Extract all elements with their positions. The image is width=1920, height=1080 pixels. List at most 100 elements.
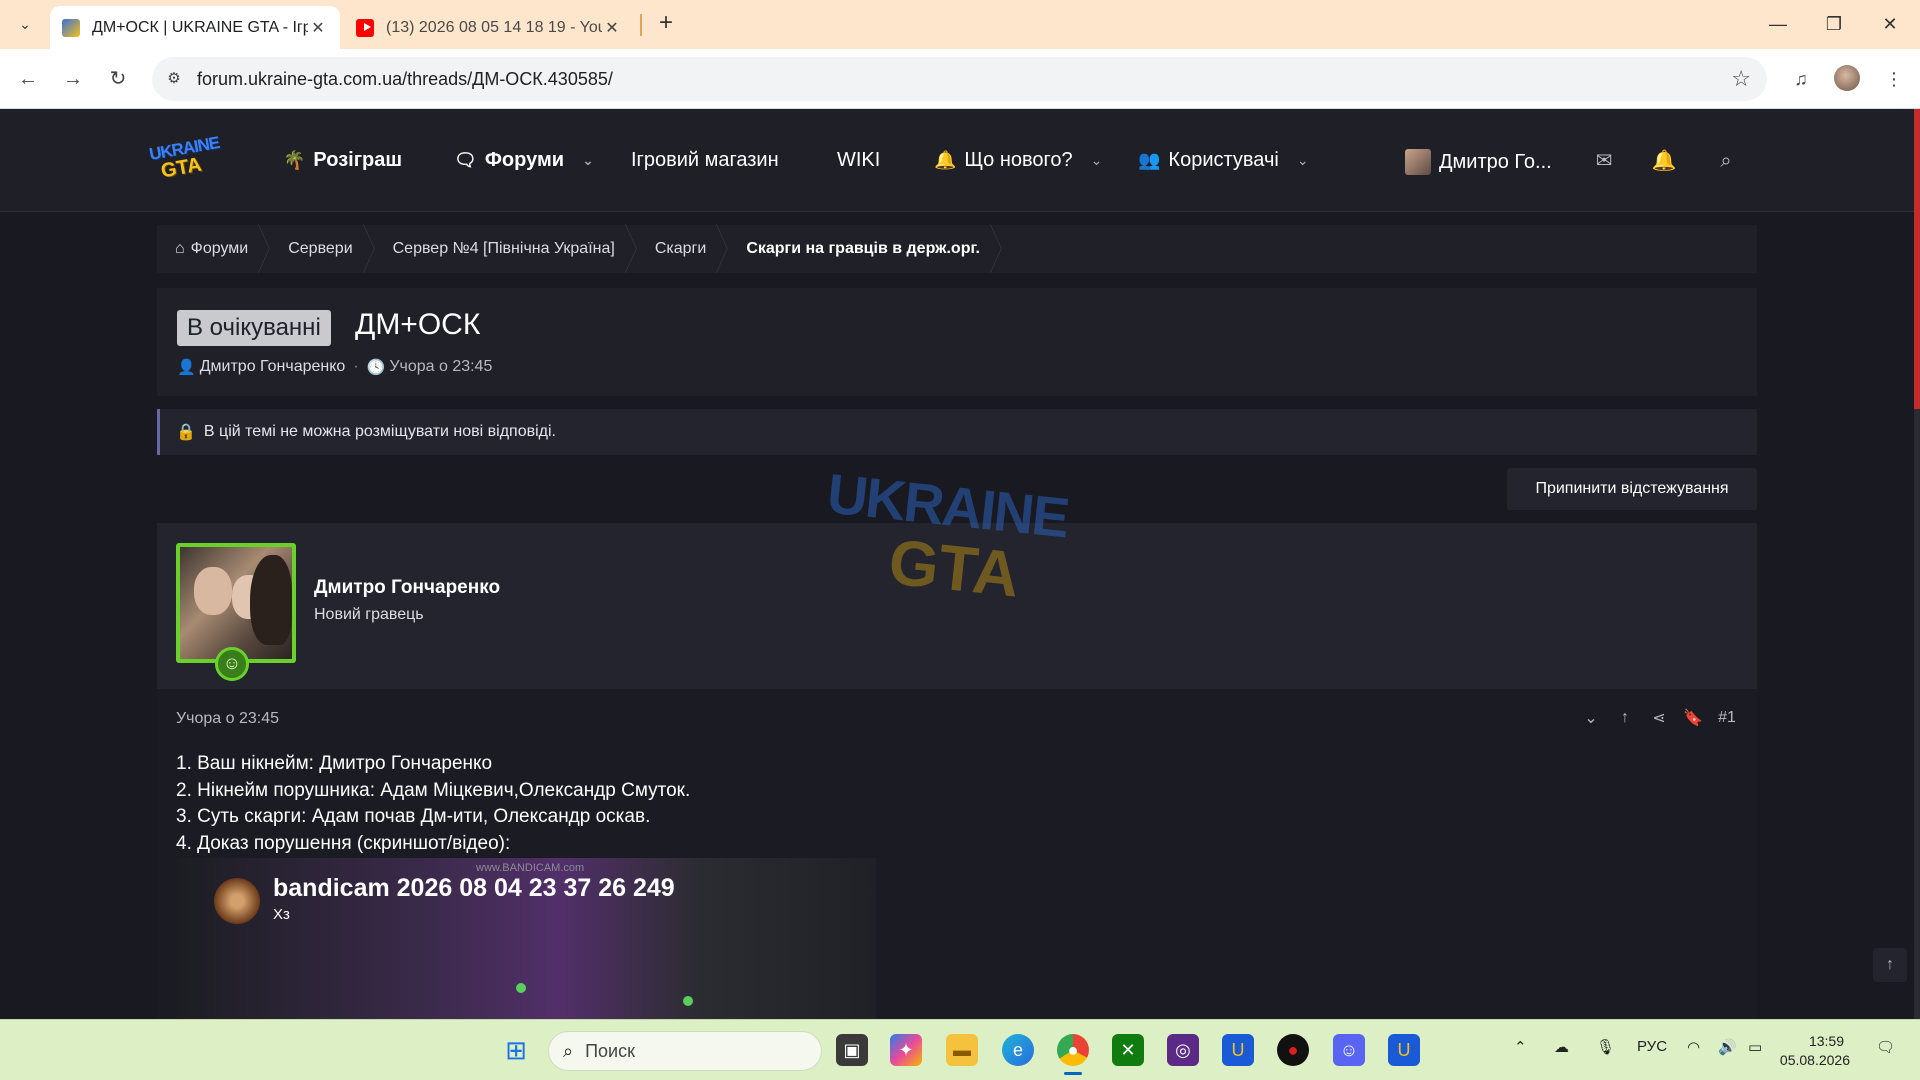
site-logo[interactable]: UKRAINE GTA: [145, 133, 223, 185]
alerts-bell-icon[interactable]: 🔔: [1648, 145, 1680, 177]
taskbar-clock[interactable]: 13:59 05.08.2026: [1780, 1032, 1850, 1070]
media-control-icon[interactable]: ♫: [1785, 63, 1817, 95]
microphone-icon[interactable]: 🎙: [1596, 1038, 1615, 1056]
thread-header: В очікуванні ДМ+ОСК 👤 Дмитро Гончаренко …: [157, 288, 1757, 396]
breadcrumb-servers[interactable]: Сервери: [270, 225, 374, 273]
minimize-icon[interactable]: —: [1754, 10, 1802, 38]
battery-icon[interactable]: ▭: [1748, 1038, 1762, 1056]
app-icon[interactable]: ◎: [1167, 1034, 1199, 1066]
notifications-icon[interactable]: 🗨: [1876, 1038, 1895, 1056]
page-title: ДМ+ОСК: [355, 308, 481, 341]
post: ☺ Дмитро Гончаренко Новий гравець UKRAIN…: [157, 462, 1757, 1020]
bandicam-icon[interactable]: ●: [1277, 1034, 1309, 1066]
profile-avatar[interactable]: [1834, 65, 1860, 91]
thread-author[interactable]: Дмитро Гончаренко: [200, 358, 346, 376]
nav-wiki[interactable]: WIKI: [837, 149, 880, 172]
taskbar-search[interactable]: ⌕ Поиск: [548, 1031, 822, 1071]
post-user-block: ☺ Дмитро Гончаренко Новий гравець UKRAIN…: [157, 462, 1757, 689]
inbox-icon[interactable]: ✉: [1588, 145, 1620, 177]
forward-icon[interactable]: →: [57, 63, 89, 95]
close-tab-icon[interactable]: ✕: [602, 18, 622, 38]
post-number[interactable]: #1: [1717, 709, 1737, 727]
post-user-title: Новий гравець: [314, 606, 424, 623]
site-settings-icon[interactable]: ⚙: [164, 69, 184, 89]
window-close-icon[interactable]: ✕: [1866, 10, 1914, 38]
more-menu-icon[interactable]: ⋮: [1878, 63, 1910, 95]
browser-toolbar: ← → ↻ ⚙ forum.ukraine-gta.com.ua/threads…: [0, 49, 1920, 109]
file-explorer-icon[interactable]: ▬: [946, 1034, 978, 1066]
video-embed[interactable]: bandicam 2026 08 04 23 37 26 249 Хз www.…: [176, 858, 876, 1020]
discord-icon[interactable]: ☺: [1333, 1034, 1365, 1066]
nav-label: Розіграш: [313, 149, 403, 171]
account-menu[interactable]: Дмитро Го...: [1405, 149, 1552, 175]
volume-icon[interactable]: 🔊: [1718, 1038, 1737, 1056]
edge-icon[interactable]: e: [1002, 1034, 1034, 1066]
chevron-down-icon[interactable]: ⌄: [582, 152, 594, 169]
nav-label: Ігровий магазин: [631, 149, 779, 171]
thread-time[interactable]: Учора о 23:45: [389, 358, 492, 376]
nav-label: Що нового?: [964, 149, 1073, 171]
post-avatar[interactable]: [176, 543, 296, 663]
chevron-down-icon[interactable]: ⌄: [1297, 152, 1309, 169]
unwatch-button[interactable]: Припинити відстежування: [1507, 468, 1757, 510]
scroll-to-top-icon[interactable]: ↑: [1873, 948, 1907, 982]
search-icon[interactable]: ⌕: [1710, 145, 1742, 177]
status-badge[interactable]: В очікуванні: [177, 310, 331, 346]
back-icon[interactable]: ←: [12, 63, 44, 95]
avatar-photo-part: [194, 567, 232, 615]
wifi-icon[interactable]: ◠: [1687, 1038, 1700, 1056]
ukraine-gta-launcher-icon[interactable]: U: [1222, 1034, 1254, 1066]
xbox-icon[interactable]: ✕: [1112, 1034, 1144, 1066]
nav-shop[interactable]: Ігровий магазин: [631, 149, 779, 172]
home-icon: ⌂: [175, 240, 185, 257]
post-date[interactable]: Учора о 23:45: [176, 710, 279, 728]
address-bar[interactable]: ⚙ forum.ukraine-gta.com.ua/threads/ДМ-ОС…: [152, 57, 1767, 101]
tab-forum[interactable]: ДМ+ОСК | UKRAINE GTA - Ігро ✕: [50, 6, 340, 49]
tray-chevron-up-icon[interactable]: ⌃: [1514, 1038, 1527, 1056]
breadcrumb-label: Скарги: [654, 240, 707, 257]
breadcrumb-server-4[interactable]: Сервер №4 [Північна Україна]: [375, 225, 637, 273]
breadcrumb-current[interactable]: Скарги на гравців в держ.орг.: [728, 225, 1002, 273]
new-tab-icon[interactable]: +: [652, 10, 680, 38]
onedrive-off-icon[interactable]: ☁: [1554, 1038, 1569, 1056]
post-line: 1. Ваш нікнейм: Дмитро Гончаренко: [176, 753, 493, 774]
breadcrumb-forums[interactable]: ⌂ Форуми: [157, 225, 270, 273]
url-text[interactable]: forum.ukraine-gta.com.ua/threads/ДМ-ОСК.…: [197, 69, 613, 90]
share-icon[interactable]: ⋖: [1649, 708, 1669, 728]
upvote-arrow-icon[interactable]: ↑: [1615, 709, 1635, 727]
nav-forums[interactable]: 🗨 Форуми ⌄: [454, 149, 594, 172]
reactions-icon[interactable]: ⌄: [1581, 708, 1601, 728]
copilot-icon[interactable]: ✦: [890, 1034, 922, 1066]
breadcrumb-complaints[interactable]: Скарги: [637, 225, 728, 273]
reload-icon[interactable]: ↻: [102, 63, 134, 95]
scrollbar-thumb[interactable]: [1914, 109, 1920, 409]
chat-icon: 🗨: [454, 150, 477, 170]
bookmark-icon[interactable]: 🔖: [1683, 708, 1703, 728]
clock-icon: 🕓: [366, 359, 386, 376]
nav-giveaway[interactable]: 🌴 Розіграш: [283, 149, 402, 172]
chrome-icon[interactable]: ●: [1057, 1034, 1089, 1066]
page-scrollbar[interactable]: [1914, 109, 1920, 1019]
tab-separator: [640, 14, 642, 36]
nav-whats-new[interactable]: 🔔 Що нового? ⌄: [934, 149, 1102, 172]
language-indicator[interactable]: РУС: [1637, 1038, 1667, 1055]
breadcrumb-label: Форуми: [190, 240, 249, 257]
video-title[interactable]: bandicam 2026 08 04 23 37 26 249: [273, 874, 675, 903]
windows-start-icon[interactable]: ⊞: [500, 1034, 532, 1066]
close-tab-icon[interactable]: ✕: [308, 18, 328, 38]
nav-users[interactable]: 👥 Користувачі ⌄: [1138, 149, 1309, 172]
ukraine-gta-game-icon[interactable]: U: [1388, 1034, 1420, 1066]
post-username[interactable]: Дмитро Гончаренко: [314, 577, 500, 599]
active-app-indicator: [1064, 1072, 1082, 1075]
task-view-icon[interactable]: ▣: [836, 1034, 868, 1066]
windows-taskbar: ⊞ ⌕ Поиск ▣ ✦ ▬ e ● ✕ ◎ U ● ☺ U ⌃ ☁ 🎙 РУ…: [0, 1019, 1920, 1080]
tab-search-chevron-icon[interactable]: ⌄: [12, 11, 38, 37]
chevron-down-icon[interactable]: ⌄: [1091, 152, 1103, 169]
lock-icon: 🔒: [176, 424, 196, 441]
video-subtitle: Хз: [273, 906, 290, 923]
restore-icon[interactable]: ❐: [1810, 10, 1858, 38]
bookmark-star-icon[interactable]: ☆: [1731, 66, 1751, 92]
tab-title: (13) 2026 08 05 14 18 19 - YouT: [386, 18, 602, 36]
post-body: 1. Ваш нікнейм: Дмитро Гончаренко 2. Нік…: [176, 751, 690, 857]
tab-youtube[interactable]: (13) 2026 08 05 14 18 19 - YouT ✕: [344, 6, 634, 49]
